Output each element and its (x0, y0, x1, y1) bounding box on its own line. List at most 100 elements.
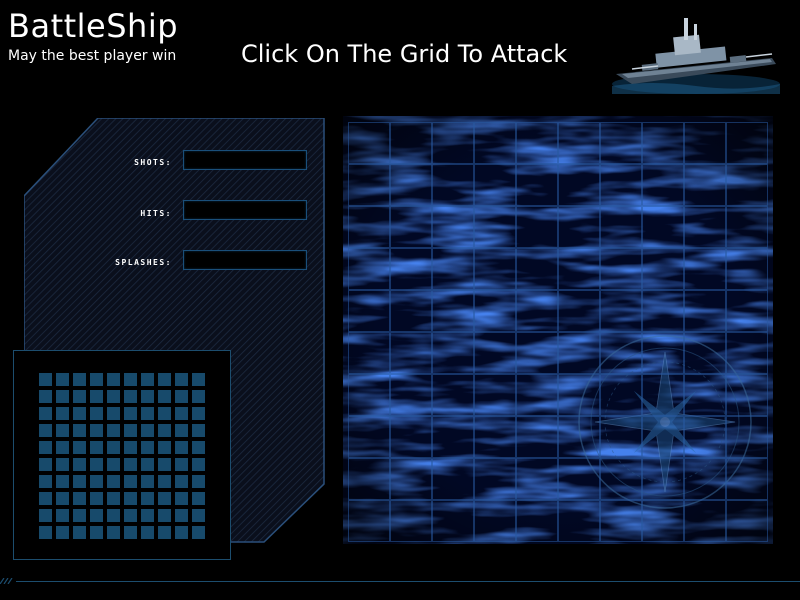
grid-cell[interactable] (432, 458, 474, 500)
grid-cell[interactable] (558, 500, 600, 542)
grid-cell[interactable] (390, 164, 432, 206)
grid-cell[interactable] (726, 290, 768, 332)
grid-cell[interactable] (600, 206, 642, 248)
grid-cell[interactable] (432, 290, 474, 332)
grid-cell[interactable] (684, 122, 726, 164)
grid-cell[interactable] (642, 374, 684, 416)
grid-cell[interactable] (726, 458, 768, 500)
grid-cell[interactable] (474, 290, 516, 332)
grid-cell[interactable] (516, 416, 558, 458)
grid-cell[interactable] (390, 374, 432, 416)
grid-cell[interactable] (684, 164, 726, 206)
grid-cell[interactable] (684, 332, 726, 374)
grid-cell[interactable] (558, 164, 600, 206)
grid-cell[interactable] (600, 332, 642, 374)
grid-cell[interactable] (390, 332, 432, 374)
grid-cell[interactable] (474, 374, 516, 416)
grid-cell[interactable] (726, 332, 768, 374)
grid-cell[interactable] (348, 500, 390, 542)
grid-cell[interactable] (558, 290, 600, 332)
grid-cell[interactable] (600, 122, 642, 164)
grid-cell[interactable] (684, 416, 726, 458)
grid-cell[interactable] (558, 374, 600, 416)
grid-cell[interactable] (474, 122, 516, 164)
grid-cell[interactable] (432, 332, 474, 374)
grid-cell[interactable] (390, 206, 432, 248)
grid-cell[interactable] (474, 164, 516, 206)
grid-cell[interactable] (390, 248, 432, 290)
grid-cell[interactable] (726, 374, 768, 416)
grid-cell[interactable] (600, 290, 642, 332)
grid-cell[interactable] (726, 164, 768, 206)
grid-cell[interactable] (558, 458, 600, 500)
grid-cell[interactable] (726, 206, 768, 248)
grid-cell[interactable] (432, 374, 474, 416)
grid-cell[interactable] (348, 122, 390, 164)
grid-cell[interactable] (684, 500, 726, 542)
grid-cell[interactable] (348, 374, 390, 416)
grid-cell[interactable] (516, 332, 558, 374)
grid-cell[interactable] (642, 500, 684, 542)
grid-cell[interactable] (390, 122, 432, 164)
grid-cell[interactable] (558, 206, 600, 248)
grid-cell[interactable] (474, 416, 516, 458)
grid-cell[interactable] (516, 374, 558, 416)
grid-cell[interactable] (348, 248, 390, 290)
grid-cell[interactable] (726, 416, 768, 458)
grid-cell[interactable] (600, 416, 642, 458)
grid-cell[interactable] (558, 416, 600, 458)
grid-cell[interactable] (516, 248, 558, 290)
grid-cell[interactable] (726, 500, 768, 542)
grid-cell[interactable] (390, 458, 432, 500)
grid-cell[interactable] (684, 206, 726, 248)
grid-cell[interactable] (558, 248, 600, 290)
grid-cell[interactable] (474, 500, 516, 542)
grid-cell[interactable] (432, 416, 474, 458)
grid-cell[interactable] (516, 500, 558, 542)
grid-cell[interactable] (642, 122, 684, 164)
grid-cell[interactable] (600, 374, 642, 416)
grid-cell[interactable] (516, 458, 558, 500)
grid-cell[interactable] (432, 500, 474, 542)
grid-cell[interactable] (600, 458, 642, 500)
grid-cell[interactable] (600, 164, 642, 206)
grid-cell[interactable] (642, 164, 684, 206)
grid-cell[interactable] (684, 374, 726, 416)
grid-cell[interactable] (516, 122, 558, 164)
grid-cell[interactable] (348, 164, 390, 206)
grid-cell[interactable] (474, 458, 516, 500)
grid-cell[interactable] (642, 458, 684, 500)
grid-cell[interactable] (390, 416, 432, 458)
grid-cell[interactable] (516, 290, 558, 332)
grid-cell[interactable] (474, 332, 516, 374)
grid-cell[interactable] (642, 332, 684, 374)
grid-cell[interactable] (474, 248, 516, 290)
grid-cell[interactable] (726, 122, 768, 164)
grid-cell[interactable] (348, 416, 390, 458)
grid-cell[interactable] (516, 206, 558, 248)
grid-cell[interactable] (684, 458, 726, 500)
grid-cell[interactable] (348, 290, 390, 332)
grid-cell[interactable] (726, 248, 768, 290)
grid-cell[interactable] (348, 332, 390, 374)
grid-cell[interactable] (348, 458, 390, 500)
grid-cell[interactable] (600, 248, 642, 290)
grid-cell[interactable] (684, 290, 726, 332)
grid-cell[interactable] (432, 122, 474, 164)
grid-cell[interactable] (684, 248, 726, 290)
grid-cell[interactable] (642, 248, 684, 290)
grid-cell[interactable] (390, 500, 432, 542)
grid-cell[interactable] (432, 164, 474, 206)
grid-cell[interactable] (600, 500, 642, 542)
grid-cell[interactable] (642, 416, 684, 458)
grid-cell[interactable] (642, 290, 684, 332)
grid-cell[interactable] (432, 206, 474, 248)
grid-cell[interactable] (432, 248, 474, 290)
grid-cell[interactable] (642, 206, 684, 248)
grid-cell[interactable] (390, 290, 432, 332)
grid-cell[interactable] (558, 122, 600, 164)
grid-cell[interactable] (558, 332, 600, 374)
grid-cell[interactable] (516, 164, 558, 206)
grid-cell[interactable] (474, 206, 516, 248)
grid-cell[interactable] (348, 206, 390, 248)
